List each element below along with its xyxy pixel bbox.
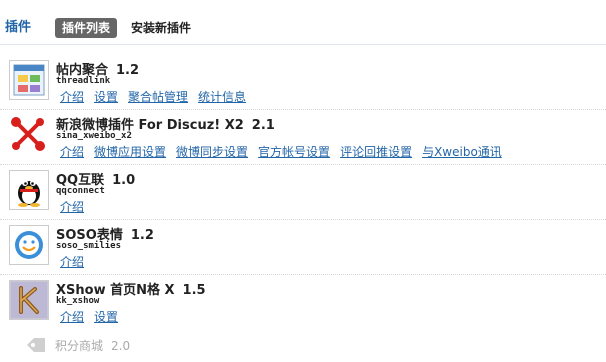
link-official-account-settings[interactable]: 官方帐号设置 bbox=[258, 145, 330, 159]
disabled-plugin-row: 积分商城 2.0 bbox=[0, 333, 606, 357]
link-settings[interactable]: 设置 bbox=[94, 90, 118, 104]
threadlink-icon bbox=[9, 60, 49, 100]
plugin-identifier: sina_xweibo_x2 bbox=[56, 131, 132, 141]
plugin-row: XShow 首页N格 X 1.5 kk_xshow 介绍 设置 bbox=[0, 275, 606, 329]
plugin-list: 帖内聚合 1.2 threadlink 介绍 设置 聚合帖管理 统计信息 新浪微博插件 … bbox=[0, 55, 606, 329]
link-stats[interactable]: 统计信息 bbox=[198, 90, 246, 104]
plugin-identifier: kk_xshow bbox=[56, 296, 100, 306]
plugin-version: 1.2 bbox=[116, 63, 140, 78]
plugin-links: 介绍 bbox=[60, 253, 94, 270]
plugin-links: 介绍 设置 bbox=[60, 308, 128, 325]
plugin-version: 1.0 bbox=[112, 173, 136, 188]
plugin-row: QQ互联 1.0 qqconnect 介绍 bbox=[0, 165, 606, 220]
link-comment-pushback-settings[interactable]: 评论回推设置 bbox=[340, 145, 412, 159]
plugin-version: 2.0 bbox=[111, 339, 131, 353]
link-intro[interactable]: 介绍 bbox=[60, 310, 84, 324]
soso-smilies-icon bbox=[9, 225, 49, 265]
link-weibo-app-settings[interactable]: 微博应用设置 bbox=[94, 145, 166, 159]
plugin-version: 2.1 bbox=[251, 118, 275, 133]
link-settings[interactable]: 设置 bbox=[94, 310, 118, 324]
link-xweibo-communication[interactable]: 与Xweibo通讯 bbox=[422, 145, 502, 159]
tab-plugin-list[interactable]: 插件列表 bbox=[55, 18, 118, 38]
link-intro[interactable]: 介绍 bbox=[60, 255, 84, 269]
link-intro[interactable]: 介绍 bbox=[60, 200, 84, 214]
plugin-name: 积分商城 bbox=[55, 339, 104, 353]
plugin-links: 介绍 bbox=[60, 198, 94, 215]
plugin-row: 帖内聚合 1.2 threadlink 介绍 设置 聚合帖管理 统计信息 bbox=[0, 55, 606, 110]
sina-weibo-icon bbox=[9, 115, 47, 153]
plugin-identifier: qqconnect bbox=[56, 186, 105, 196]
plugin-row: SOSO表情 1.2 soso_smilies 介绍 bbox=[0, 220, 606, 275]
xshow-k-icon bbox=[9, 280, 49, 320]
plugin-links: 介绍 设置 聚合帖管理 统计信息 bbox=[60, 88, 256, 105]
qq-penguin-icon bbox=[9, 170, 49, 210]
plugin-version: 1.5 bbox=[182, 283, 206, 298]
link-intro[interactable]: 介绍 bbox=[60, 90, 84, 104]
tab-install-plugin[interactable]: 安装新插件 bbox=[131, 18, 191, 38]
link-intro[interactable]: 介绍 bbox=[60, 145, 84, 159]
link-aggregate-manage[interactable]: 聚合帖管理 bbox=[128, 90, 188, 104]
plugin-header: 插件 插件列表 安装新插件 bbox=[0, 0, 606, 45]
shop-tag-icon bbox=[25, 336, 47, 358]
plugin-row: 新浪微博插件 For Discuz! X2 2.1 sina_xweibo_x2 … bbox=[0, 110, 606, 165]
page-title: 插件 bbox=[5, 20, 32, 35]
plugin-identifier: threadlink bbox=[56, 76, 111, 86]
link-weibo-sync-settings[interactable]: 微博同步设置 bbox=[176, 145, 248, 159]
plugin-version: 1.2 bbox=[130, 228, 154, 243]
plugin-links: 介绍 微博应用设置 微博同步设置 官方帐号设置 评论回推设置 与Xweibo通讯 bbox=[60, 143, 512, 160]
plugin-identifier: soso_smilies bbox=[56, 241, 122, 251]
